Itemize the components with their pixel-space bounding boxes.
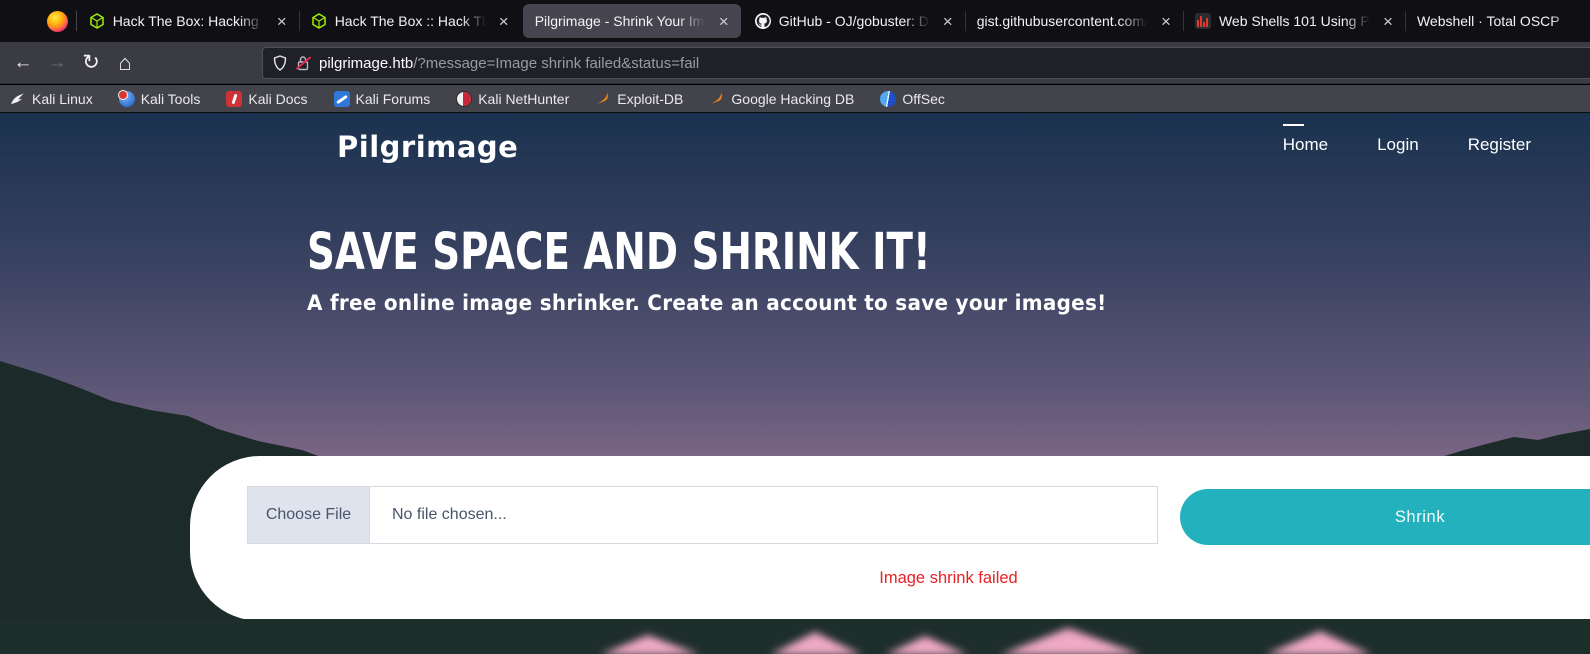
tab-bar: Hack The Box: Hacking Tra × Hack The Box… [0, 0, 1590, 42]
tab-hackthebox-training[interactable]: Hack The Box: Hacking Tra × [77, 0, 299, 42]
tab-title: GitHub - OJ/gobuster: Dir [779, 13, 933, 29]
tab-title: Webshell · Total OSCP [1417, 13, 1580, 29]
tab-title: Web Shells 101 Using PHP [1219, 13, 1373, 29]
bookmark-label: Kali Linux [32, 91, 93, 107]
site-header: Pilgrimage Home Login Register [0, 113, 1590, 183]
github-icon [755, 13, 771, 29]
bookmark-label: Exploit-DB [617, 91, 683, 107]
kali-tools-icon [119, 91, 135, 107]
shield-icon[interactable] [273, 55, 287, 71]
tab-github-gobuster[interactable]: GitHub - OJ/gobuster: Dir × [743, 0, 965, 42]
shrink-button[interactable]: Shrink [1180, 489, 1590, 545]
tab-gist[interactable]: gist.githubusercontent.com/j × [965, 0, 1183, 42]
tab-title: Hack The Box: Hacking Tra [113, 13, 267, 29]
kali-dragon-icon [10, 91, 26, 107]
file-input[interactable]: Choose File No file chosen... [247, 486, 1158, 544]
bookmark-kali-nethunter[interactable]: Kali NetHunter [456, 91, 569, 107]
url-host: pilgrimage.htb [319, 55, 413, 72]
nav-register[interactable]: Register [1468, 135, 1531, 155]
navigation-toolbar: ← → ↻ ⌂ pilgrimage.htb/?message=Image sh… [0, 42, 1590, 84]
bookmark-label: Kali Tools [141, 91, 201, 107]
foreground-ridge [0, 619, 1590, 654]
bookmark-kali-linux[interactable]: Kali Linux [10, 91, 93, 107]
close-icon[interactable]: × [275, 13, 289, 30]
bookmark-kali-docs[interactable]: Kali Docs [226, 91, 307, 107]
url-bar[interactable]: pilgrimage.htb/?message=Image shrink fai… [262, 47, 1590, 79]
tab-webshells-101[interactable]: Web Shells 101 Using PHP × [1183, 0, 1405, 42]
reload-icon[interactable]: ↻ [74, 42, 108, 84]
upload-panel: Choose File No file chosen... Shrink Ima… [190, 456, 1590, 621]
firefox-button[interactable] [40, 0, 76, 42]
insecure-lock-icon[interactable] [296, 55, 310, 71]
url-text: pilgrimage.htb/?message=Image shrink fai… [319, 55, 699, 72]
bookmarks-bar: Kali Linux Kali Tools Kali Docs Kali For… [0, 85, 1590, 112]
bookmark-label: Kali Docs [248, 91, 307, 107]
offsec-icon [880, 91, 896, 107]
close-icon[interactable]: × [497, 13, 511, 30]
close-icon[interactable]: × [717, 13, 731, 30]
file-input-placeholder: No file chosen... [370, 487, 507, 543]
acunetix-icon [1195, 13, 1211, 29]
nav-home[interactable]: Home [1283, 135, 1328, 155]
url-path: /?message=Image shrink failed&status=fai… [413, 55, 699, 72]
bookmark-google-hacking-db[interactable]: Google Hacking DB [709, 91, 854, 107]
bookmark-label: Kali NetHunter [478, 91, 569, 107]
close-icon[interactable]: × [1381, 13, 1395, 30]
site-brand[interactable]: Pilgrimage [337, 130, 518, 164]
tab-title: gist.githubusercontent.com/j [977, 13, 1151, 29]
firefox-icon [47, 11, 68, 32]
back-icon[interactable]: ← [6, 42, 40, 84]
webpage-viewport: Pilgrimage Home Login Register SAVE SPAC… [0, 112, 1590, 654]
kali-nethunter-icon [456, 91, 472, 107]
bookmark-label: OffSec [902, 91, 945, 107]
choose-file-button[interactable]: Choose File [248, 487, 370, 543]
bookmark-exploit-db[interactable]: Exploit-DB [595, 91, 683, 107]
hero-subtitle: A free online image shrinker. Create an … [307, 291, 1107, 315]
bookmark-label: Google Hacking DB [731, 91, 854, 107]
ghdb-bird-icon [709, 91, 725, 107]
close-icon[interactable]: × [941, 13, 955, 30]
bookmark-offsec[interactable]: OffSec [880, 91, 945, 107]
hackthebox-cube-icon [311, 13, 327, 29]
hackthebox-cube-icon [89, 13, 105, 29]
tab-title: Hack The Box :: Hack The B [335, 13, 489, 29]
error-message: Image shrink failed [247, 569, 1590, 588]
exploit-db-bird-icon [595, 91, 611, 107]
nav-login[interactable]: Login [1377, 135, 1419, 155]
tab-webshell-oscp[interactable]: Webshell · Total OSCP [1405, 0, 1590, 42]
hero-section: SAVE SPACE AND SHRINK IT! A free online … [307, 223, 1149, 315]
close-icon[interactable]: × [1159, 13, 1173, 30]
bookmark-kali-tools[interactable]: Kali Tools [119, 91, 201, 107]
home-icon[interactable]: ⌂ [108, 42, 142, 84]
tab-hackthebox-machine[interactable]: Hack The Box :: Hack The B × [299, 0, 521, 42]
kali-forums-icon [334, 91, 350, 107]
tab-title: Pilgrimage - Shrink Your Imag [535, 13, 709, 29]
hero-title: SAVE SPACE AND SHRINK IT! [307, 223, 947, 282]
bookmark-kali-forums[interactable]: Kali Forums [334, 91, 431, 107]
kali-docs-icon [226, 91, 242, 107]
site-nav: Home Login Register [1283, 135, 1531, 155]
tab-pilgrimage-active[interactable]: Pilgrimage - Shrink Your Imag × [523, 4, 741, 38]
forward-icon[interactable]: → [40, 42, 74, 84]
bookmark-label: Kali Forums [356, 91, 431, 107]
